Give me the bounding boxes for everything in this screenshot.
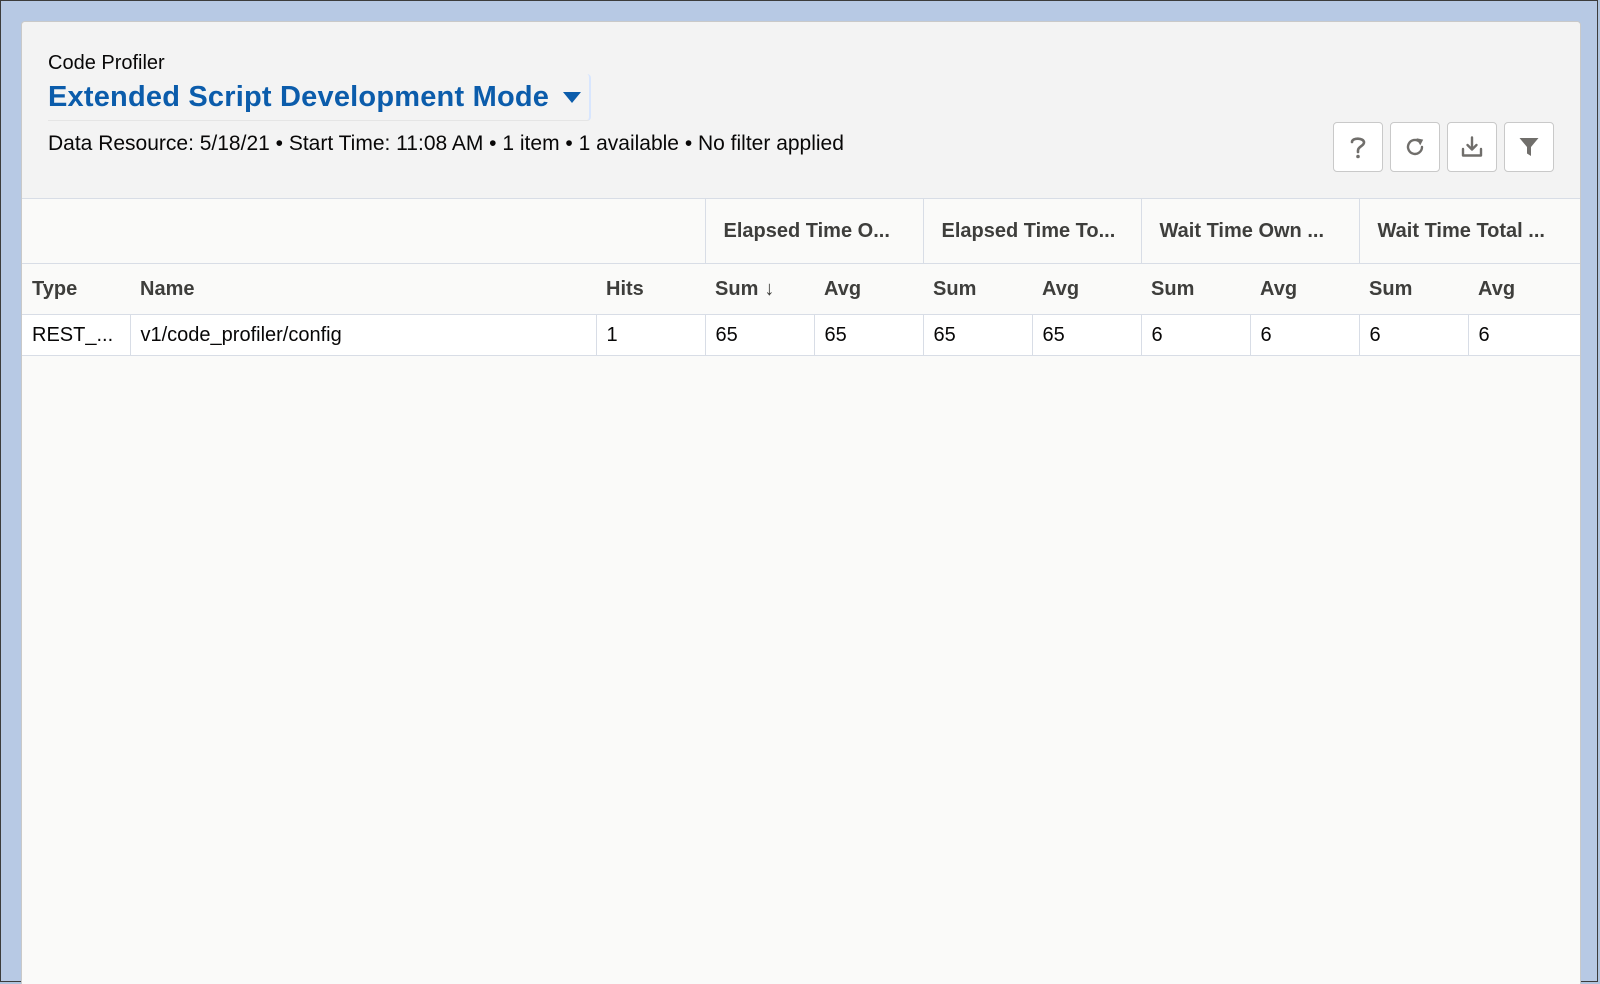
table-row[interactable]: REST_... v1/code_profiler/config 1 65 65…	[22, 314, 1580, 356]
cell-hits: 1	[596, 314, 706, 356]
group-wait-own[interactable]: Wait Time Own ...	[1140, 199, 1360, 264]
cell-elapsed-total-sum: 65	[923, 314, 1033, 356]
cell-wait-own-sum: 6	[1141, 314, 1251, 356]
column-header-row: Type Name Hits Sum ↓ Avg Sum Avg Sum Avg …	[22, 263, 1580, 315]
column-header-wait-total-avg[interactable]: Avg	[1468, 263, 1580, 315]
mode-selector[interactable]: Extended Script Development Mode	[48, 74, 592, 121]
column-header-wait-total-sum[interactable]: Sum	[1359, 263, 1469, 315]
refresh-button[interactable]	[1390, 122, 1440, 172]
page-header: Code Profiler Extended Script Developmen…	[22, 22, 1580, 199]
data-resource-meta: Data Resource: 5/18/21 • Start Time: 11:…	[48, 132, 844, 155]
group-header-spacer	[22, 199, 706, 264]
column-header-elapsed-own-sum[interactable]: Sum ↓	[705, 263, 815, 315]
cell-elapsed-own-avg: 65	[814, 314, 924, 356]
column-header-elapsed-total-sum[interactable]: Sum	[923, 263, 1033, 315]
group-header-row: Elapsed Time O... Elapsed Time To... Wai…	[22, 199, 1580, 264]
cell-type: REST_...	[22, 314, 131, 356]
chevron-down-icon	[563, 91, 582, 103]
group-elapsed-own[interactable]: Elapsed Time O...	[704, 199, 924, 264]
cell-name: v1/code_profiler/config	[130, 314, 597, 356]
sort-desc-icon: ↓	[764, 277, 775, 300]
cell-elapsed-total-avg: 65	[1032, 314, 1142, 356]
eyebrow-label: Code Profiler	[48, 52, 165, 74]
profiler-card: Code Profiler Extended Script Developmen…	[21, 21, 1581, 984]
refresh-icon	[1406, 138, 1424, 156]
filter-button[interactable]	[1504, 122, 1554, 172]
column-header-hits[interactable]: Hits	[596, 263, 706, 315]
help-button[interactable]	[1333, 122, 1383, 172]
column-header-type[interactable]: Type	[22, 263, 130, 315]
column-header-elapsed-total-avg[interactable]: Avg	[1032, 263, 1142, 315]
cell-wait-own-avg: 6	[1250, 314, 1360, 356]
column-header-wait-own-avg[interactable]: Avg	[1250, 263, 1360, 315]
download-button[interactable]	[1447, 122, 1497, 172]
cell-wait-total-avg: 6	[1468, 314, 1580, 356]
page-title: Extended Script Development Mode	[48, 80, 550, 113]
column-header-wait-own-sum[interactable]: Sum	[1141, 263, 1251, 315]
column-header-name[interactable]: Name	[130, 263, 596, 315]
cell-wait-total-sum: 6	[1359, 314, 1469, 356]
cell-elapsed-own-sum: 65	[705, 314, 815, 356]
profiler-table: Elapsed Time O... Elapsed Time To... Wai…	[22, 199, 1580, 356]
column-header-elapsed-own-avg[interactable]: Avg	[814, 263, 924, 315]
window-frame: Code Profiler Extended Script Developmen…	[0, 0, 1598, 984]
group-elapsed-total[interactable]: Elapsed Time To...	[922, 199, 1142, 264]
column-header-label: Sum	[715, 277, 759, 300]
download-icon	[1461, 136, 1483, 157]
question-icon	[1350, 137, 1366, 159]
toolbar	[1333, 122, 1554, 172]
filter-icon	[1519, 138, 1539, 156]
group-wait-total[interactable]: Wait Time Total ...	[1358, 199, 1580, 264]
